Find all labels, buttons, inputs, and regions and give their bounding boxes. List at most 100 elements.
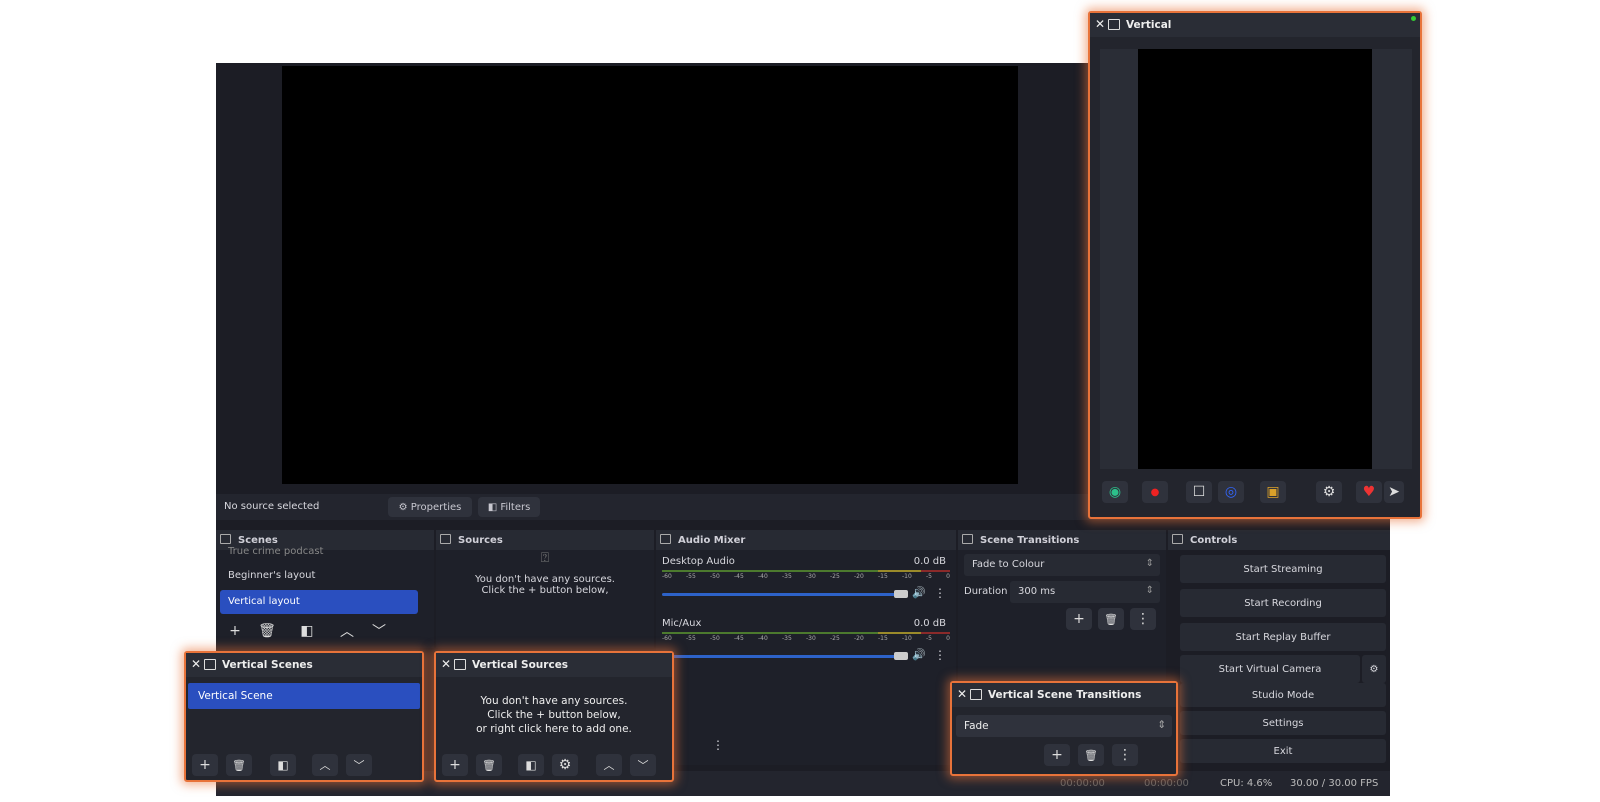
speaker-icon[interactable]: 🔊 [912, 586, 926, 599]
slider-handle[interactable] [894, 652, 908, 660]
more-icon[interactable]: ⋮ [1112, 744, 1138, 766]
meter-ticks: -60 -55 -50 -45 -40 -35 -30 -25 -20 -15 -10 -5 0 [662, 573, 950, 580]
vertical-scenes-dock: ✕ Vertical Scenes Vertical Scene + 🗑 ◧ ︿ … [184, 651, 424, 782]
vertical-preview[interactable] [1138, 49, 1372, 469]
tick-label: -50 [710, 573, 720, 580]
scene-item[interactable]: Beginner's layout [228, 570, 315, 581]
close-icon[interactable]: ✕ [957, 687, 967, 701]
trash-icon[interactable]: 🗑 [1078, 744, 1104, 766]
volume-meter [662, 632, 950, 634]
chevron-down-icon[interactable]: ﹀ [346, 754, 372, 776]
speaker-icon[interactable]: 🔊 [912, 648, 926, 661]
stream-time: 00:00:00 [1060, 778, 1105, 789]
add-icon[interactable]: + [442, 754, 468, 776]
duration-input[interactable]: 300 ms ⇕ [1010, 581, 1160, 603]
transition-select[interactable]: Fade to Colour ⇕ [964, 554, 1160, 576]
vertical-transition-select[interactable]: Fade ⇕ [956, 715, 1172, 737]
filter-icon[interactable]: ◧ [270, 754, 296, 776]
virtual-camera-icon[interactable]: ▣ [1260, 481, 1286, 503]
studio-mode-button[interactable]: Studio Mode [1180, 683, 1386, 707]
spin-icon: ⇕ [1145, 585, 1154, 596]
chevron-down-icon[interactable]: ﹀ [366, 620, 392, 642]
trash-icon[interactable]: 🗑 [476, 754, 502, 776]
tick-label: -20 [854, 635, 864, 642]
empty-sources-text[interactable]: You don't have any sources. Click the + … [436, 694, 672, 736]
vertical-window: ✕ Vertical ◉ ● ☐ ◎ ▣ ⚙ ♥ ➤ [1088, 11, 1422, 519]
chevron-down-icon[interactable]: ﹀ [630, 754, 656, 776]
tick-label: -5 [926, 635, 932, 642]
tick-label: -45 [734, 635, 744, 642]
main-preview[interactable] [282, 66, 1018, 484]
tick-label: -30 [806, 635, 816, 642]
tick-label: -45 [734, 573, 744, 580]
dock-icon [1108, 19, 1120, 30]
tick-label: -10 [902, 573, 912, 580]
tick-label: -20 [854, 573, 864, 580]
filter-icon: ◧ [487, 501, 501, 513]
empty-text: You don't have any sources. [480, 695, 628, 707]
stream-icon[interactable]: ◉ [1102, 481, 1128, 503]
add-icon[interactable]: + [1066, 608, 1092, 630]
add-icon[interactable]: + [222, 620, 248, 642]
tick-label: -40 [758, 573, 768, 580]
vertical-preview-area [1100, 49, 1412, 469]
chevron-up-icon[interactable]: ︿ [334, 620, 360, 642]
dock-icon [970, 689, 982, 700]
close-icon[interactable]: ✕ [191, 657, 201, 671]
more-icon[interactable]: ⋮ [934, 586, 946, 600]
filter-icon[interactable]: ◧ [518, 754, 544, 776]
start-replay-buffer-button[interactable]: Start Replay Buffer [1180, 623, 1386, 651]
gear-icon[interactable]: ⚙ [552, 754, 578, 776]
chevron-up-icon[interactable]: ︿ [596, 754, 622, 776]
chevron-up-icon[interactable]: ︿ [312, 754, 338, 776]
close-icon[interactable]: ✕ [441, 657, 451, 671]
trash-icon[interactable]: 🗑 [226, 754, 252, 776]
scene-item[interactable]: True crime podcast [228, 546, 323, 557]
volume-slider[interactable] [662, 593, 902, 596]
more-icon[interactable]: ⋮ [934, 648, 946, 662]
cursor-icon[interactable]: ➤ [1384, 481, 1404, 503]
start-streaming-button[interactable]: Start Streaming [1180, 555, 1386, 583]
square-icon[interactable]: ☐ [1186, 481, 1212, 503]
filters-button[interactable]: ◧ Filters [478, 497, 540, 517]
dock-icon [220, 534, 231, 544]
updown-icon: ⇕ [1157, 719, 1166, 731]
more-icon[interactable]: ⋮ [1130, 608, 1156, 630]
dock-icon [1172, 534, 1183, 544]
more-icon[interactable]: ⋮ [712, 738, 724, 752]
status-dot [1411, 16, 1416, 21]
vertical-scene-item[interactable]: Vertical Scene [188, 683, 420, 709]
slider-handle[interactable] [894, 590, 908, 598]
vertical-transitions-dock: ✕ Vertical Scene Transitions Fade ⇕ + 🗑 ⋮ [950, 681, 1178, 776]
gear-icon[interactable]: ⚙ [1362, 655, 1386, 683]
trash-icon[interactable]: 🗑 [1098, 608, 1124, 630]
close-icon[interactable]: ✕ [1095, 17, 1105, 31]
no-source-label: No source selected [224, 501, 320, 512]
channel-name: Desktop Audio [662, 556, 735, 567]
sources-panel[interactable]: ⍰ You don't have any sources. Click the … [436, 550, 654, 648]
start-virtual-camera-button[interactable]: Start Virtual Camera [1180, 655, 1360, 683]
dock-icon [962, 534, 973, 544]
tick-label: -60 [662, 635, 672, 642]
heart-icon[interactable]: ♥ [1356, 481, 1382, 503]
mixer-header: Audio Mixer [656, 530, 956, 550]
dock-icon [454, 659, 466, 670]
volume-slider[interactable] [662, 655, 902, 658]
add-icon[interactable]: + [1044, 744, 1070, 766]
vertical-sources-header: ✕ Vertical Sources [436, 653, 672, 677]
record-icon[interactable]: ● [1142, 481, 1168, 503]
exit-button[interactable]: Exit [1180, 739, 1386, 763]
settings-button[interactable]: Settings [1180, 711, 1386, 735]
tick-label: -5 [926, 573, 932, 580]
add-icon[interactable]: + [192, 754, 218, 776]
properties-button[interactable]: ⚙ Properties [388, 497, 472, 517]
replay-icon[interactable]: ◎ [1218, 481, 1244, 503]
volume-meter [662, 570, 950, 572]
vertical-transitions-header: ✕ Vertical Scene Transitions [952, 683, 1176, 707]
start-recording-button[interactable]: Start Recording [1180, 589, 1386, 617]
trash-icon[interactable]: 🗑 [254, 620, 280, 642]
gear-icon[interactable]: ⚙ [1316, 481, 1342, 503]
scene-item-selected[interactable]: Vertical layout [220, 590, 418, 614]
filter-icon[interactable]: ◧ [294, 620, 320, 642]
channel-name: Mic/Aux [662, 618, 702, 629]
